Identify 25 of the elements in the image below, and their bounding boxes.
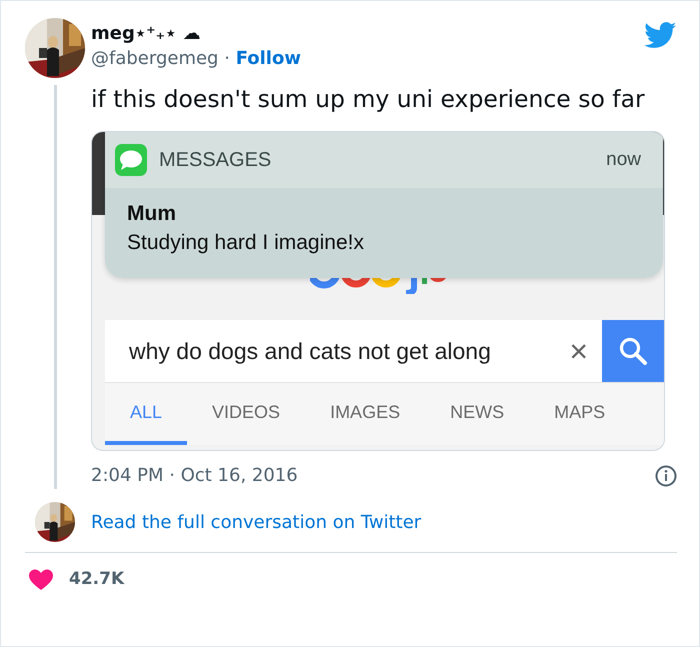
search-tab[interactable]: MAPS [529,383,630,445]
bird-icon[interactable] [644,22,677,49]
search-tab[interactable]: IMAGES [305,383,426,445]
app-name: MESSAGES [159,148,272,173]
notification-time: now [606,148,641,172]
messages-app-icon [115,144,147,176]
conversation-link[interactable]: Read the full conversation on Twitter [91,508,422,536]
follow-link[interactable]: Follow [236,48,301,69]
heart-icon[interactable] [29,568,53,591]
like-count: 42.7K [69,568,124,591]
clear-button[interactable]: × [569,335,588,367]
tweet-text: if this doesn't sum up my uni experience so far [91,84,646,114]
info-icon[interactable] [655,465,677,487]
search-tab[interactable]: ALL [105,383,188,445]
separator: · [224,48,230,69]
message-text: Studying hard I imagine!x [127,230,365,256]
search-query[interactable]: why do dogs and cats not get along [105,334,570,368]
author-name[interactable]: meg⋆⁺₊⋆ ☁ [91,23,201,45]
author-handle[interactable]: @fabergemeg [91,48,218,69]
search-tab[interactable]: VIDEOS [187,383,306,445]
search-tab[interactable]: NEWS [425,383,530,445]
sender-name: Mum [127,201,177,227]
search-icon [618,336,648,366]
timestamp[interactable]: 2:04 PM · Oct 16, 2016 [91,463,298,489]
search-button[interactable] [602,320,664,382]
